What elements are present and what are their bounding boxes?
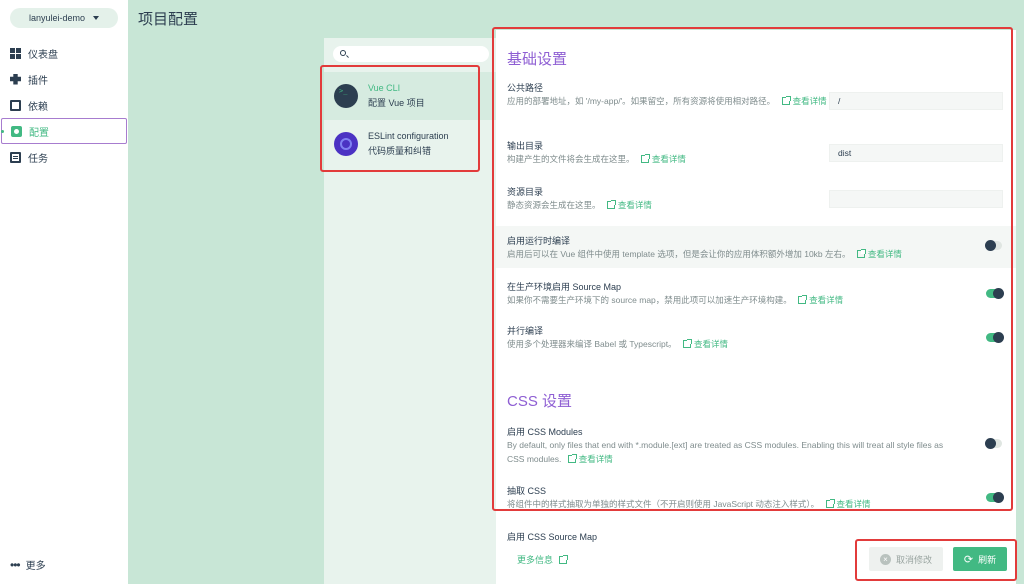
- more-dots-icon: •••: [10, 557, 21, 572]
- active-indicator: [1, 130, 4, 133]
- highlight-box-config-list: [320, 65, 480, 172]
- highlight-box-settings: [492, 27, 1013, 511]
- clipboard-icon: [10, 151, 21, 163]
- sidebar-item-label: 任务: [28, 153, 48, 165]
- search-input[interactable]: [333, 46, 489, 62]
- page-title: 项目配置: [138, 11, 199, 28]
- sidebar-item-dependencies[interactable]: 依赖: [0, 92, 128, 118]
- sidebar-more-label: 更多: [25, 561, 46, 572]
- dashboard-icon: [10, 47, 21, 59]
- config-icon: [11, 125, 22, 137]
- project-name: lanyulei-demo: [28, 13, 86, 23]
- sidebar-item-plugins[interactable]: 插件: [0, 66, 128, 92]
- sidebar-item-label: 依赖: [28, 101, 48, 113]
- sidebar-item-tasks[interactable]: 任务: [0, 144, 128, 170]
- highlight-box-footer: [855, 539, 1017, 581]
- sidebar-item-label: 仪表盘: [28, 49, 58, 61]
- sidebar-item-dashboard[interactable]: 仪表盘: [0, 40, 128, 66]
- sidebar-more[interactable]: ••• 更多: [10, 557, 46, 573]
- more-info-label: 更多信息: [517, 555, 554, 565]
- sidebar: lanyulei-demo 仪表盘 插件 依赖 配置 任务 ••• 更多: [0, 0, 128, 584]
- sidebar-nav: 仪表盘 插件 依赖 配置 任务: [0, 40, 128, 170]
- dependencies-icon: [10, 99, 21, 111]
- caret-down-icon: [93, 16, 100, 20]
- more-info-link[interactable]: 更多信息: [517, 553, 570, 566]
- puzzle-icon: [10, 73, 21, 85]
- external-link-icon: [559, 554, 569, 564]
- sidebar-item-label: 插件: [28, 75, 48, 87]
- sidebar-item-config[interactable]: 配置: [1, 118, 127, 144]
- search-icon: [340, 50, 346, 56]
- sidebar-item-label: 配置: [29, 127, 49, 139]
- project-selector[interactable]: lanyulei-demo: [10, 8, 118, 28]
- setting-label: 启用 CSS Source Map: [507, 532, 598, 542]
